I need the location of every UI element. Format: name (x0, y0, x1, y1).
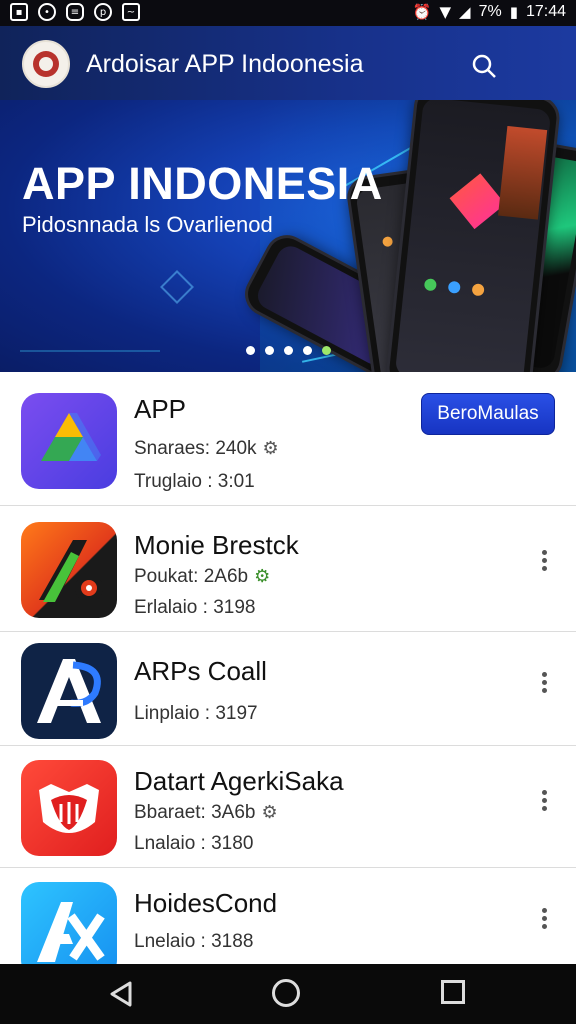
wifi-icon: ▼ (439, 3, 452, 21)
more-options-icon[interactable] (536, 670, 552, 696)
more-options-icon[interactable] (536, 548, 552, 574)
app-stats: Snaraes: 240k ⚙ (134, 438, 279, 459)
hero-title: APP INDONESIA (22, 158, 383, 209)
phone-illustration-front (384, 100, 562, 372)
carousel-dot[interactable] (284, 346, 293, 355)
carousel-dot[interactable] (303, 346, 312, 355)
install-button[interactable]: BeroMaulas (421, 393, 555, 435)
more-options-icon[interactable] (536, 906, 552, 932)
carousel-dot-active[interactable] (322, 346, 331, 355)
app-rating: Linplaio : 3197 (134, 703, 258, 724)
home-icon[interactable] (272, 979, 300, 1007)
list-item[interactable]: Datart AgerkiSaka Bbaraet: 3A6b ⚙ Lnalaio… (0, 746, 576, 868)
seal-logo-icon (22, 40, 70, 88)
hero-banner[interactable]: APP INDONESIA Pidosnnada ls Ovarlienod (0, 100, 576, 372)
app-header: Ardoisar APP Indoonesia (0, 26, 576, 100)
app-name: Datart AgerkiSaka (134, 766, 344, 796)
signal-icon: ◢ (459, 3, 471, 21)
gear-icon: ⚙ (261, 802, 278, 823)
battery-percent: 7% (478, 3, 502, 20)
carousel-dots[interactable] (246, 346, 331, 355)
gallery-icon: ▪ (10, 3, 28, 21)
list-item[interactable]: APP Snaraes: 240k ⚙ Truglaio : 3:01 BeroM… (0, 372, 576, 506)
red-mascot-app-icon[interactable] (21, 760, 117, 856)
search-icon[interactable] (470, 52, 498, 80)
clock: 17:44 (525, 3, 566, 20)
app-stats: Poukat: 2A6b ⚙ (134, 566, 271, 587)
app-rating: Truglaio : 3:01 (134, 471, 255, 492)
chat-icon: • (38, 3, 56, 21)
app-list: APP Snaraes: 240k ⚙ Truglaio : 3:01 BeroM… (0, 372, 576, 964)
list-item[interactable]: Monie Brestck Poukat: 2A6b ⚙ Erlalaio : 3… (0, 506, 576, 632)
google-drive-style-icon[interactable] (21, 393, 117, 489)
app-rating: Erlalaio : 3198 (134, 597, 256, 618)
pinterest-icon: p (94, 3, 112, 21)
battery-icon: ▮ (509, 3, 518, 21)
app-name: ARPs Coall (134, 656, 267, 686)
app-rating: Lnelaio : 3188 (134, 931, 254, 952)
carousel-dot[interactable] (265, 346, 274, 355)
hero-subtitle: Pidosnnada ls Ovarlienod (22, 212, 273, 237)
blue-x-app-icon[interactable] (21, 882, 117, 964)
app-name: HoidesCond (134, 888, 278, 918)
gear-icon: ⚙ (254, 566, 271, 587)
orange-arrow-app-icon[interactable] (21, 522, 117, 618)
recents-icon[interactable] (441, 980, 465, 1004)
gear-icon: ⚙ (262, 438, 279, 459)
app-name: APP (134, 394, 187, 424)
activity-icon: ~ (122, 3, 140, 21)
message-icon: ≡ (66, 3, 84, 21)
carousel-dot[interactable] (246, 346, 255, 355)
header-title: Ardoisar APP Indoonesia (86, 50, 364, 78)
system-nav-bar (0, 964, 576, 1024)
app-rating: Lnalaio : 3180 (134, 833, 254, 854)
back-icon[interactable] (108, 980, 134, 1008)
status-bar: ▪ • ≡ p ~ ⏰ ▼ ◢ 7% ▮ 17:44 (0, 0, 576, 26)
alarm-icon: ⏰ (412, 3, 432, 21)
more-options-icon[interactable] (536, 788, 552, 814)
app-stats: Bbaraet: 3A6b ⚙ (134, 802, 278, 823)
ap-letter-app-icon[interactable] (21, 643, 117, 739)
system-status: ⏰ ▼ ◢ 7% ▮ 17:44 (413, 3, 566, 21)
list-item[interactable]: HoidesCond Lnelaio : 3188 (0, 868, 576, 964)
app-name: Monie Brestck (134, 530, 299, 560)
notification-icons: ▪ • ≡ p ~ (10, 3, 140, 21)
list-item[interactable]: ARPs Coall Linplaio : 3197 (0, 632, 576, 746)
